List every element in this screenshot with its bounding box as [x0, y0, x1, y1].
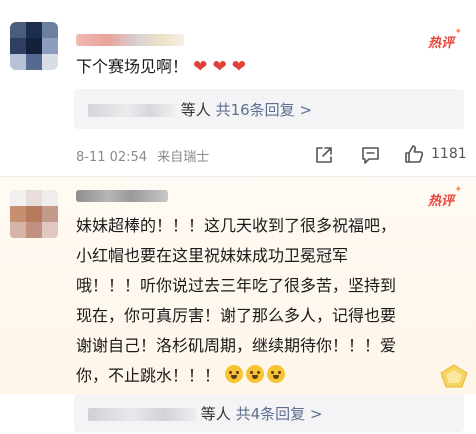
- view-replies-link[interactable]: 共16条回复 >: [216, 101, 312, 119]
- emoji-icon: [267, 365, 286, 383]
- comment-text: 妹妹超棒的！！！这几天收到了很多祝福吧， 小红帽也要在这里祝妹妹成功卫冕冠军 哦…: [76, 216, 397, 385]
- golden-badge-icon: [440, 364, 468, 388]
- avatar[interactable]: [10, 190, 58, 238]
- hot-comment-badge: 热评 ✦: [428, 27, 463, 51]
- comment-text: 下个赛场见啊！ ❤ ❤ ❤: [76, 57, 247, 77]
- like-icon[interactable]: [403, 143, 425, 165]
- like-count: 1181: [431, 146, 467, 162]
- reply-preview[interactable]: 等人 共16条回复 >: [74, 89, 464, 129]
- reply-preview[interactable]: 等人 共4条回复 >: [74, 394, 464, 432]
- share-icon[interactable]: [314, 145, 334, 165]
- heart-icon: ❤: [193, 57, 208, 77]
- emoji-icon: [225, 365, 244, 383]
- comment-location: 来自瑞士: [157, 150, 210, 165]
- replier-names-blurred: [88, 104, 176, 117]
- replier-names-blurred: [88, 408, 196, 421]
- heart-icon: ❤: [212, 57, 227, 77]
- comment-meta: 8-11 02:54 来自瑞士: [76, 146, 209, 165]
- heart-icon: ❤: [231, 57, 247, 77]
- comment-icon[interactable]: [360, 145, 381, 165]
- reply-suffix: 等人: [180, 101, 211, 119]
- comment-date: 8-11 02:54: [76, 150, 148, 165]
- emoji-icon: [246, 365, 265, 383]
- username-blurred[interactable]: [76, 190, 168, 202]
- username-blurred[interactable]: [76, 34, 184, 46]
- hot-comment-badge: 热评 ✦: [428, 185, 463, 209]
- view-replies-link[interactable]: 共4条回复 >: [236, 405, 323, 423]
- avatar[interactable]: [10, 22, 58, 70]
- reply-suffix: 等人: [200, 405, 231, 423]
